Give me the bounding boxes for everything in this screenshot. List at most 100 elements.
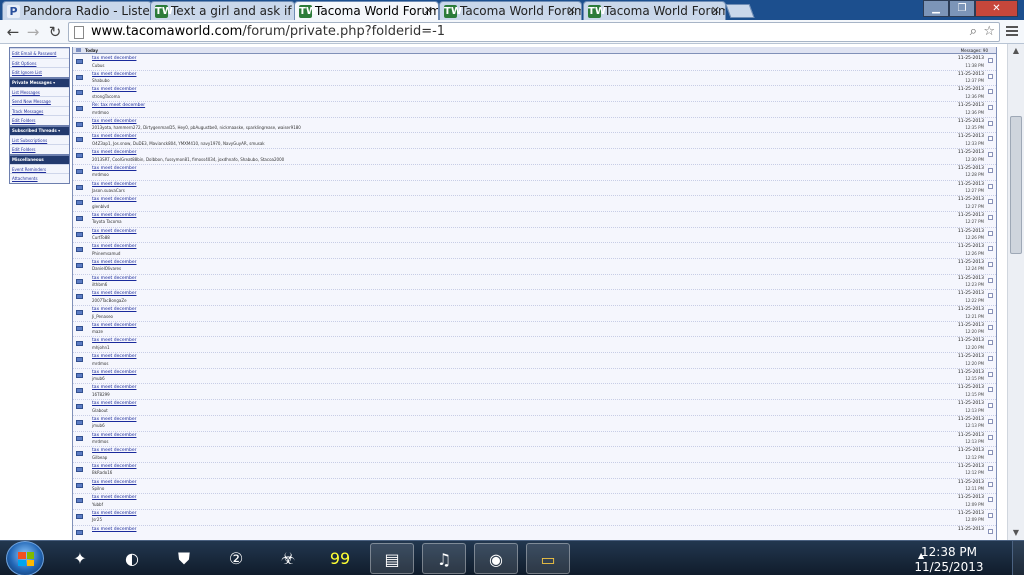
chrome-menu-icon[interactable] <box>1005 24 1019 40</box>
list-item[interactable]: tax meet december strongTacoma 11-25-2013 1… <box>73 86 996 103</box>
message-subject[interactable]: tax meet december <box>92 370 136 375</box>
select-checkbox[interactable] <box>988 403 993 409</box>
url-text[interactable]: www.tacomaworld.com/forum/private.php?fo… <box>91 24 445 39</box>
message-subject[interactable]: tax meet december <box>92 166 136 171</box>
sidebar-item[interactable]: Edit Ignore List <box>10 67 69 77</box>
select-checkbox[interactable] <box>988 356 993 362</box>
back-button[interactable]: ← <box>4 23 22 41</box>
message-subject[interactable]: tax meet december <box>92 527 136 532</box>
message-subject[interactable]: tax meet december <box>92 323 136 328</box>
list-item[interactable]: tax meet december ilthbm6 11-25-2013 12:23 … <box>73 275 996 291</box>
list-item[interactable]: tax meet december Spilno 11-25-2013 12:11 P… <box>73 479 996 495</box>
message-subject[interactable]: tax meet december <box>92 448 136 453</box>
sidebar-item[interactable]: Event Reminders <box>10 163 69 173</box>
message-subject[interactable]: tax meet december <box>92 56 136 61</box>
message-subject[interactable]: tax meet december <box>92 338 136 343</box>
list-item[interactable]: tax meet december O4Z3ap1, Jos.snow, DuDE… <box>73 133 996 150</box>
select-checkbox[interactable] <box>988 120 993 126</box>
close-icon[interactable]: ✕ <box>711 4 720 17</box>
list-item[interactable]: tax meet december 2007TacBongaZe 11-25-201… <box>73 290 996 306</box>
chrome-icon[interactable]: ◉ <box>474 543 518 574</box>
ventrilo-icon[interactable]: ◐ <box>110 543 154 574</box>
show-desktop-button[interactable] <box>1012 541 1024 575</box>
message-subject[interactable]: tax meet december <box>92 87 136 92</box>
message-subject[interactable]: tax meet december <box>92 417 136 422</box>
close-icon[interactable]: ✕ <box>424 4 433 17</box>
list-item[interactable]: tax meet december Phinemsamud 11-25-2013 12… <box>73 243 996 259</box>
list-item[interactable]: tax meet december 2013yota, hammern272, D… <box>73 118 996 134</box>
list-item[interactable]: tax meet december Ji_Penaseo 11-25-2013 12:… <box>73 306 996 322</box>
scrollbar-thumb[interactable] <box>1010 116 1022 254</box>
select-checkbox[interactable] <box>988 199 993 205</box>
select-checkbox[interactable] <box>988 340 993 346</box>
sidebar-item[interactable]: Track Messages <box>10 105 69 115</box>
message-subject[interactable]: Re: tax meet december <box>92 103 145 108</box>
select-checkbox[interactable] <box>988 89 993 95</box>
select-checkbox[interactable] <box>988 293 993 299</box>
select-checkbox[interactable] <box>988 387 993 393</box>
clock-time[interactable]: 12:38 PM <box>914 545 984 559</box>
address-bar[interactable]: www.tacomaworld.com/forum/private.php?fo… <box>68 22 1000 42</box>
page-scrollbar[interactable]: ▲ ▼ <box>1007 44 1024 540</box>
99-icon[interactable]: 99 <box>318 543 362 574</box>
list-item[interactable]: Re: tax meet december mrdmoo 11-25-2013 12:… <box>73 102 996 118</box>
scroll-down-icon[interactable]: ▼ <box>1008 526 1024 540</box>
message-subject[interactable]: tax meet december <box>92 72 136 77</box>
select-checkbox[interactable] <box>988 136 993 142</box>
list-item[interactable]: tax meet december CurtTo88 11-25-2013 12:26… <box>73 228 996 244</box>
tab-pandora[interactable]: P Pandora Radio - Listen <box>2 1 152 20</box>
list-item[interactable]: tax meet december jmub6 11-25-2013 12:15 PM <box>73 369 996 385</box>
start-button[interactable] <box>6 541 44 575</box>
list-item[interactable]: tax meet december BkRado16 11-25-2013 12:12… <box>73 463 996 479</box>
list-item[interactable]: tax meet december Cubus 11-25-2013 11:38 PM <box>73 55 996 71</box>
forward-button[interactable]: → <box>24 23 42 41</box>
list-item[interactable]: tax meet december 16T8299 11-25-2013 12:15 … <box>73 384 996 401</box>
select-checkbox[interactable] <box>988 183 993 189</box>
sidebar-item[interactable]: Edit Folders <box>10 115 69 125</box>
select-checkbox[interactable] <box>988 309 993 314</box>
select-checkbox[interactable] <box>988 465 993 471</box>
message-subject[interactable]: tax meet december <box>92 182 136 187</box>
list-item[interactable]: tax meet december DanielOlivares 11-25-201… <box>73 259 996 275</box>
select-checkbox[interactable] <box>988 497 993 503</box>
reload-button[interactable]: ↻ <box>46 23 64 41</box>
search-icon[interactable]: ⌕ <box>970 24 977 39</box>
sidebar-heading[interactable]: Subscribed Threads ▾ <box>10 126 69 135</box>
two-icon[interactable]: ② <box>214 543 258 574</box>
notepad-icon[interactable]: ▤ <box>370 543 414 574</box>
message-subject[interactable]: tax meet december <box>92 229 136 234</box>
list-item[interactable]: tax meet december Yubbf 11-25-2013 12:09 PM <box>73 494 996 510</box>
sidebar-item[interactable]: Edit Folders <box>10 144 69 154</box>
window-close-button[interactable]: ✕ <box>975 0 1018 17</box>
message-subject[interactable]: tax meet december <box>92 354 136 359</box>
message-subject[interactable]: tax meet december <box>92 433 136 438</box>
message-subject[interactable]: tax meet december <box>92 495 136 500</box>
message-subject[interactable]: tax meet december <box>92 401 136 406</box>
sidebar-heading[interactable]: Private Messages ▾ <box>10 78 69 87</box>
select-checkbox[interactable] <box>988 246 993 252</box>
message-subject[interactable]: tax meet december <box>92 260 136 265</box>
monster-icon[interactable]: ☣ <box>266 543 310 574</box>
message-subject[interactable]: tax meet december <box>92 197 136 202</box>
message-subject[interactable]: tax meet december <box>92 307 136 312</box>
list-item[interactable]: tax meet december glenblvd 11-25-2013 12:27… <box>73 196 996 212</box>
select-checkbox[interactable] <box>988 450 993 456</box>
collapse-icon[interactable] <box>76 48 81 52</box>
list-item[interactable]: tax meet december Glabout 11-25-2013 12:13 … <box>73 400 996 416</box>
clock-date[interactable]: 11/25/2013 <box>914 560 984 574</box>
starcraft-icon[interactable]: ✦ <box>58 543 102 574</box>
message-subject[interactable]: tax meet december <box>92 276 136 281</box>
select-checkbox[interactable] <box>988 434 993 440</box>
select-checkbox[interactable] <box>988 58 993 63</box>
scroll-up-icon[interactable]: ▲ <box>1008 44 1024 58</box>
list-item[interactable]: tax meet december Toyota Tacoma 11-25-2013… <box>73 212 996 228</box>
select-checkbox[interactable] <box>988 261 993 267</box>
select-checkbox[interactable] <box>988 481 993 487</box>
select-checkbox[interactable] <box>988 214 993 220</box>
message-subject[interactable]: tax meet december <box>92 480 136 485</box>
message-subject[interactable]: tax meet december <box>92 291 136 296</box>
select-checkbox[interactable] <box>988 277 993 283</box>
list-item[interactable]: tax meet december mrdmos 11-25-2013 12:20 P… <box>73 353 996 369</box>
select-checkbox[interactable] <box>988 73 993 79</box>
list-item[interactable]: tax meet december Shabubo 11-25-2013 12:37 … <box>73 71 996 87</box>
